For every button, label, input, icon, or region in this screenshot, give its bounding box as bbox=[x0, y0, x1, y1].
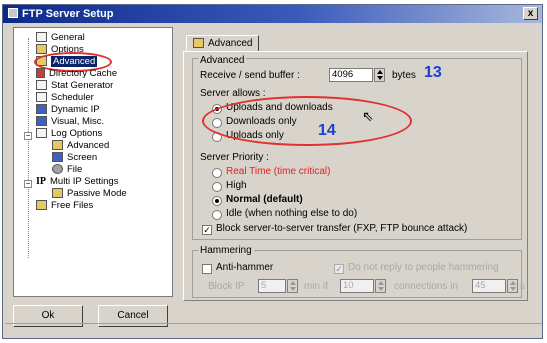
folder-icon bbox=[36, 200, 47, 211]
tree-item-stat-generator[interactable]: Stat Generator bbox=[36, 80, 113, 92]
tree-item-log-advanced[interactable]: Advanced bbox=[52, 140, 109, 152]
buffer-unit: bytes bbox=[392, 70, 416, 81]
radio-real-time[interactable] bbox=[212, 168, 222, 178]
server-allows-label: Server allows : bbox=[200, 88, 266, 99]
radio-idle[interactable] bbox=[212, 210, 222, 220]
page-gear-icon bbox=[36, 32, 47, 43]
tree-item-label: File bbox=[67, 164, 83, 175]
tree-item-scheduler[interactable]: Scheduler bbox=[36, 92, 94, 104]
tree-item-dynamic-ip[interactable]: Dynamic IP bbox=[36, 104, 100, 116]
radio-high[interactable] bbox=[212, 182, 222, 192]
block-fxp-label: Block server-to-server transfer (FXP, FT… bbox=[216, 223, 468, 234]
tree-item-label: Screen bbox=[67, 152, 98, 163]
annotation-14: 14 bbox=[318, 122, 336, 139]
ftp-server-setup-window: FTP Server Setup x General Options Advan… bbox=[2, 4, 543, 339]
collapse-toggle[interactable]: − bbox=[24, 180, 32, 188]
block-minutes-spinner[interactable] bbox=[287, 279, 298, 293]
tree-item-label: Log Options bbox=[51, 128, 103, 139]
tree-item-label: Advanced bbox=[67, 140, 110, 151]
window-title: FTP Server Setup bbox=[22, 8, 114, 20]
tree-item-label: Scheduler bbox=[51, 92, 94, 103]
no-reply-label: Do not reply to people hammering bbox=[348, 262, 499, 273]
highlight-ring bbox=[202, 96, 412, 146]
folder-icon bbox=[36, 44, 47, 55]
tree-connector bbox=[28, 38, 29, 258]
status-bar bbox=[5, 323, 542, 338]
tree-item-label: Stat Generator bbox=[51, 80, 114, 91]
tree-item-multi-ip[interactable]: IP Multi IP Settings bbox=[36, 176, 118, 188]
tree-item-label: Directory Cache bbox=[49, 68, 118, 79]
buffer-spinner[interactable] bbox=[374, 68, 385, 82]
mouse-cursor-icon: ⇖ bbox=[362, 108, 374, 124]
tab-advanced[interactable]: Advanced bbox=[186, 35, 260, 52]
monitor-icon bbox=[36, 116, 47, 127]
option-high: High bbox=[226, 180, 247, 191]
advanced-group-label: Advanced bbox=[198, 55, 247, 66]
page-icon bbox=[36, 80, 47, 91]
ip-icon: IP bbox=[36, 176, 46, 187]
no-reply-checkbox[interactable]: ✓ bbox=[334, 264, 344, 274]
page-icon bbox=[36, 128, 47, 139]
tree-item-general[interactable]: General bbox=[36, 32, 85, 44]
seconds-suffix: s bbox=[520, 281, 525, 292]
monitor-icon bbox=[52, 152, 63, 163]
option-real-time: Real Time (time critical) bbox=[226, 166, 331, 177]
anti-hammer-checkbox[interactable] bbox=[202, 264, 212, 274]
anti-hammer-label: Anti-hammer bbox=[216, 262, 274, 273]
tree-item-directory-cache[interactable]: Directory Cache bbox=[36, 68, 117, 80]
tree-item-visual-misc[interactable]: Visual, Misc. bbox=[36, 116, 104, 128]
connections-label: connections in bbox=[394, 281, 458, 292]
tree-item-passive-mode[interactable]: Passive Mode bbox=[52, 188, 127, 200]
tree-item-label: Free Files bbox=[51, 200, 94, 211]
attempts-spinner[interactable] bbox=[375, 279, 386, 293]
option-normal: Normal (default) bbox=[226, 194, 303, 205]
tree-item-free-files[interactable]: Free Files bbox=[36, 200, 93, 212]
seconds-spinner[interactable] bbox=[507, 279, 518, 293]
tree-item-file[interactable]: File bbox=[52, 164, 82, 176]
min-if-label: min if bbox=[304, 281, 328, 292]
collapse-toggle[interactable]: − bbox=[24, 132, 32, 140]
title-bar[interactable]: FTP Server Setup x bbox=[3, 5, 542, 23]
buffer-input[interactable]: 4096 bbox=[329, 68, 373, 82]
advanced-panel: Advanced Receive / send buffer : 4096 by… bbox=[183, 51, 528, 301]
block-minutes-input[interactable]: 5 bbox=[258, 279, 286, 293]
priority-label: Server Priority : bbox=[200, 152, 269, 163]
folder-icon bbox=[52, 140, 63, 151]
tree-item-label: General bbox=[51, 32, 85, 43]
tree-item-screen[interactable]: Screen bbox=[52, 152, 97, 164]
tree-item-label: Dynamic IP bbox=[51, 104, 100, 115]
gear-icon bbox=[52, 164, 63, 175]
seconds-input[interactable]: 45 bbox=[472, 279, 506, 293]
tree-item-label: Passive Mode bbox=[67, 188, 127, 199]
buffer-label: Receive / send buffer : bbox=[200, 70, 300, 81]
block-ip-label: Block IP bbox=[208, 281, 245, 292]
annotation-13: 13 bbox=[424, 64, 442, 81]
monitor-icon bbox=[36, 104, 47, 115]
folder-icon bbox=[52, 188, 63, 199]
folder-icon bbox=[193, 38, 204, 49]
tab-label: Advanced bbox=[208, 38, 253, 49]
hammering-group-label: Hammering bbox=[198, 245, 254, 256]
block-fxp-checkbox[interactable]: ✓ bbox=[202, 225, 212, 235]
close-button[interactable]: x bbox=[523, 7, 538, 20]
tree-item-log-options[interactable]: Log Options bbox=[36, 128, 102, 140]
tree-item-label: Multi IP Settings bbox=[50, 176, 119, 187]
page-icon bbox=[36, 92, 47, 103]
pencil-icon bbox=[36, 68, 45, 79]
option-idle: Idle (when nothing else to do) bbox=[226, 208, 358, 219]
app-icon bbox=[8, 8, 18, 18]
attempts-input[interactable]: 10 bbox=[340, 279, 374, 293]
radio-normal[interactable] bbox=[212, 196, 222, 206]
tree-item-label: Visual, Misc. bbox=[51, 116, 105, 127]
settings-tree[interactable]: General Options Advanced Directory Cache… bbox=[13, 27, 173, 297]
